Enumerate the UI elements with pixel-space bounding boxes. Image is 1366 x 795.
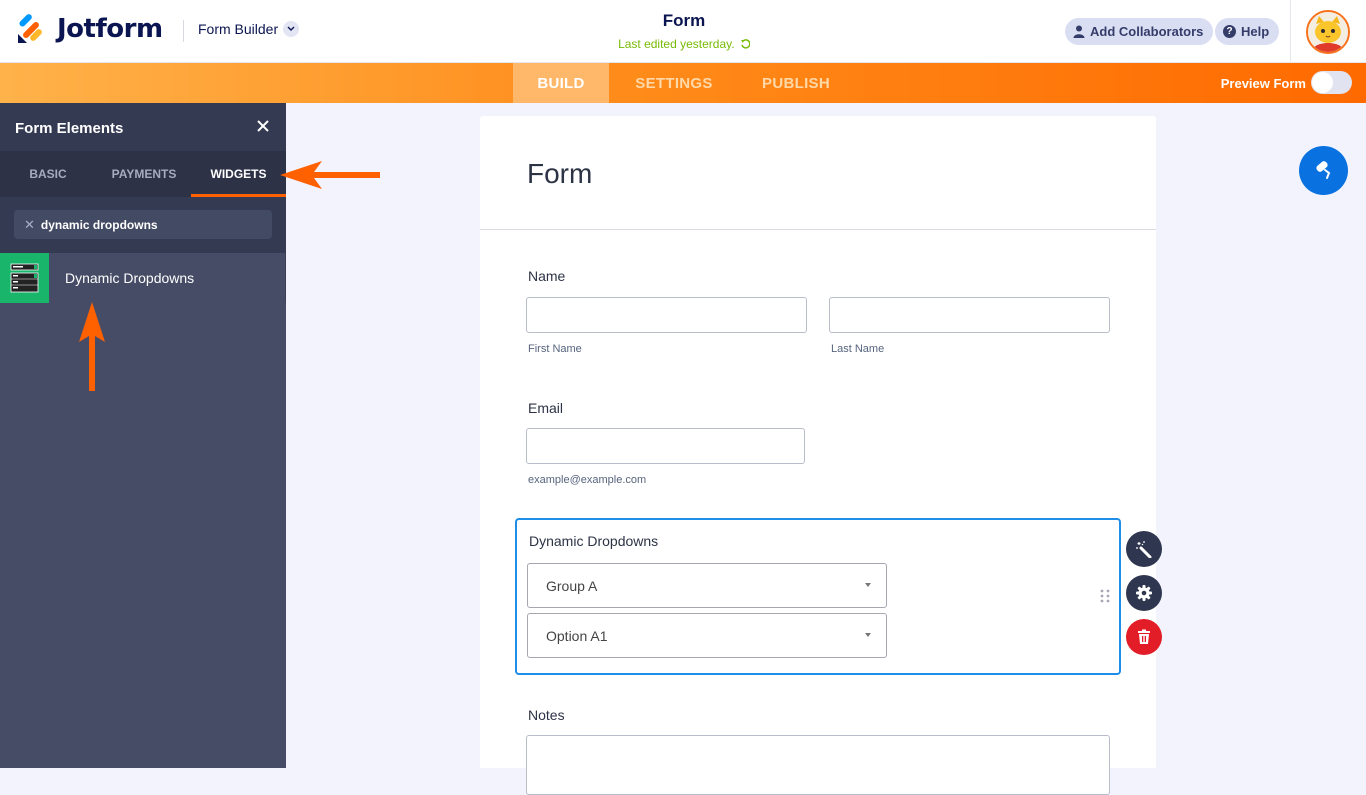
tab-payments[interactable]: PAYMENTS bbox=[104, 151, 184, 197]
top-header: Jotform Form Builder Form Last edited ye… bbox=[0, 0, 1366, 63]
trash-icon bbox=[1138, 629, 1150, 644]
add-collaborators-label: Add Collaborators bbox=[1090, 24, 1204, 39]
form-builder-menu[interactable]: Form Builder bbox=[198, 21, 300, 37]
panel-tabs: BASIC PAYMENTS WIDGETS bbox=[0, 151, 286, 197]
preview-form-toggle[interactable] bbox=[1311, 71, 1352, 94]
name-label: Name bbox=[528, 268, 566, 284]
annotation-arrow-left-icon bbox=[280, 161, 380, 189]
field-settings-button[interactable] bbox=[1126, 575, 1162, 611]
email-sublabel: example@example.com bbox=[528, 474, 647, 486]
form-builder-label: Form Builder bbox=[198, 21, 279, 37]
tab-basic[interactable]: BASIC bbox=[20, 151, 76, 197]
form-heading[interactable]: Form bbox=[527, 158, 592, 190]
notes-textarea[interactable] bbox=[526, 735, 1110, 795]
search-area: ✕ bbox=[0, 197, 286, 253]
option-select-value: Option A1 bbox=[546, 627, 608, 644]
last-edited-status: Last edited yesterday. bbox=[560, 37, 808, 51]
chevron-down-icon bbox=[283, 21, 300, 37]
widget-result-item[interactable]: Dynamic Dropdowns bbox=[0, 253, 286, 303]
undo-history-icon[interactable] bbox=[740, 39, 751, 49]
first-name-input[interactable] bbox=[526, 297, 807, 333]
first-name-sublabel: First Name bbox=[528, 343, 582, 355]
tab-widgets[interactable]: WIDGETS bbox=[191, 151, 286, 197]
jotform-logo-icon bbox=[18, 14, 42, 43]
clear-search-icon[interactable]: ✕ bbox=[24, 217, 35, 233]
preview-form-label: Preview Form bbox=[1220, 76, 1306, 91]
header-divider-right bbox=[1290, 0, 1291, 63]
delete-field-button[interactable] bbox=[1126, 619, 1162, 655]
dynamic-dropdowns-label: Dynamic Dropdowns bbox=[529, 533, 659, 549]
help-label: Help bbox=[1241, 24, 1270, 39]
option-select[interactable]: Option A1 bbox=[527, 613, 887, 658]
annotation-arrow-up-icon bbox=[79, 302, 105, 391]
help-button[interactable]: ? Help bbox=[1215, 18, 1280, 45]
tab-build[interactable]: BUILD bbox=[513, 63, 609, 103]
last-name-sublabel: Last Name bbox=[831, 343, 885, 355]
form-header[interactable]: Form bbox=[480, 116, 1156, 230]
tab-publish[interactable]: PUBLISH bbox=[745, 63, 847, 103]
help-icon: ? bbox=[1223, 25, 1236, 38]
toggle-knob bbox=[1312, 72, 1333, 93]
group-select-value: Group A bbox=[546, 577, 598, 594]
group-select[interactable]: Group A bbox=[527, 563, 887, 608]
caret-down-icon bbox=[865, 633, 871, 637]
widget-result-label: Dynamic Dropdowns bbox=[65, 270, 195, 286]
form-title-area: Form Last edited yesterday. bbox=[560, 11, 808, 51]
user-avatar[interactable] bbox=[1306, 10, 1350, 54]
panel-title: Form Elements bbox=[15, 120, 124, 137]
close-icon[interactable] bbox=[254, 117, 272, 135]
brand-name: Jotform bbox=[57, 14, 163, 44]
widget-search: ✕ bbox=[14, 210, 272, 239]
dynamic-dropdowns-field[interactable]: Dynamic Dropdowns Group A Option A1 bbox=[515, 518, 1121, 675]
paint-roller-icon bbox=[1315, 160, 1330, 179]
builder-nav: BUILD SETTINGS PUBLISH Preview Form bbox=[0, 63, 1366, 103]
magic-wand-icon bbox=[1136, 541, 1152, 558]
form-designer-button[interactable] bbox=[1299, 146, 1348, 195]
drag-handle-icon[interactable] bbox=[1100, 589, 1110, 603]
wizard-button[interactable] bbox=[1126, 531, 1162, 567]
form-title[interactable]: Form bbox=[560, 11, 808, 31]
form-elements-panel: Form Elements BASIC PAYMENTS WIDGETS ✕ d… bbox=[0, 103, 286, 768]
header-divider bbox=[183, 20, 184, 42]
avatar-cat-icon bbox=[1308, 12, 1348, 52]
dynamic-dropdowns-widget-icon bbox=[0, 253, 49, 303]
email-label: Email bbox=[528, 400, 564, 416]
last-edited-text: Last edited yesterday. bbox=[618, 37, 735, 51]
caret-down-icon bbox=[865, 583, 871, 587]
panel-header: Form Elements bbox=[0, 103, 286, 151]
gear-icon bbox=[1136, 585, 1152, 601]
user-icon bbox=[1073, 25, 1085, 38]
tab-settings[interactable]: SETTINGS bbox=[619, 63, 729, 103]
last-name-input[interactable] bbox=[829, 297, 1110, 333]
email-input[interactable] bbox=[526, 428, 805, 464]
add-collaborators-button[interactable]: Add Collaborators bbox=[1065, 18, 1214, 45]
jotform-logo[interactable]: Jotform bbox=[17, 14, 163, 44]
notes-label: Notes bbox=[528, 707, 565, 723]
widget-search-input[interactable] bbox=[40, 217, 261, 232]
